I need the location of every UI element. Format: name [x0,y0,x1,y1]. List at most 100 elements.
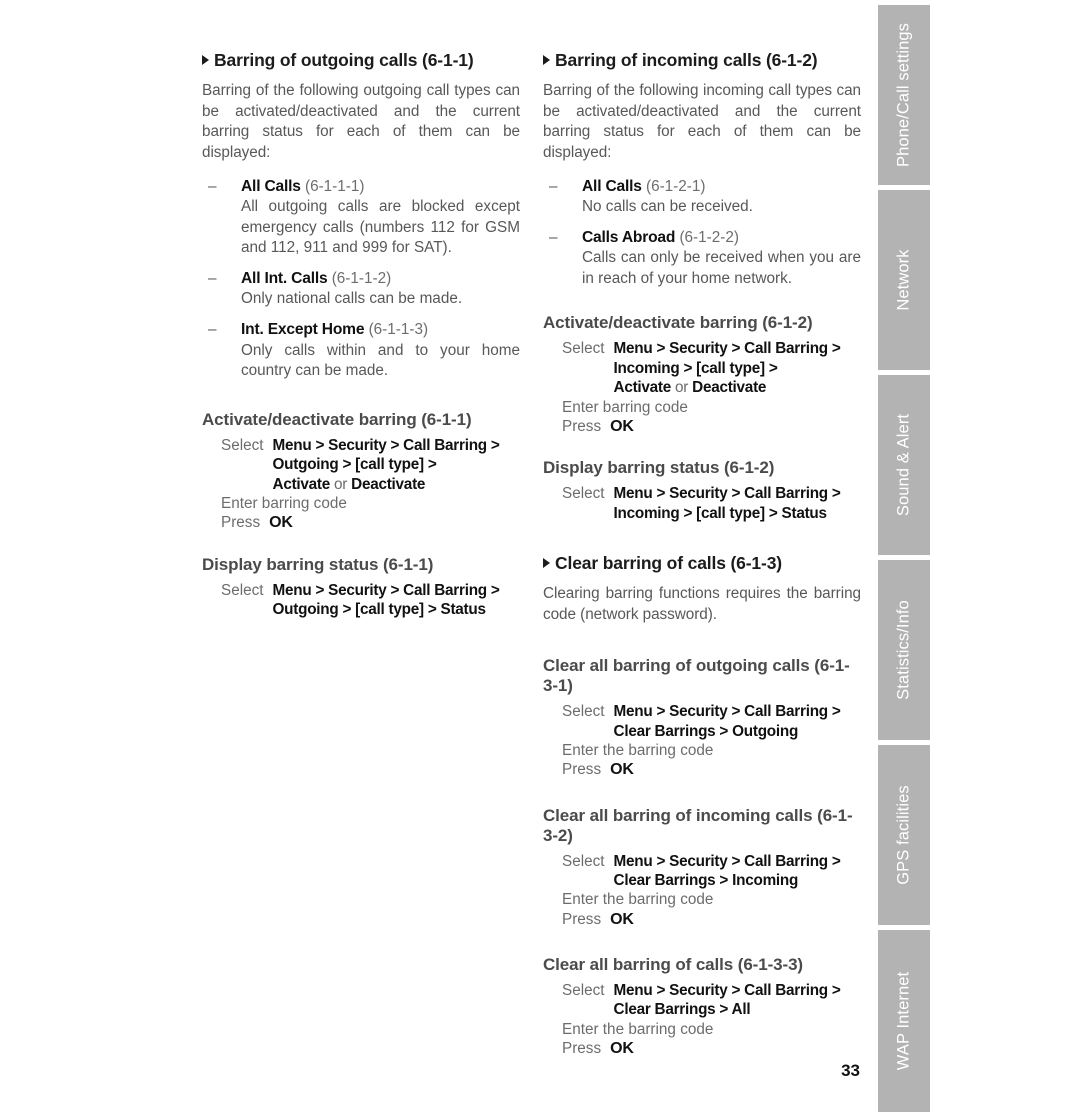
list-item-code: (6-1-2-2) [679,228,739,246]
tab-wap-internet[interactable]: WAP Internet [878,930,930,1112]
page-number: 33 [841,1061,860,1080]
manual-page: Barring of outgoing calls (6-1-1) Barrin… [0,0,1080,1117]
ok-key-label: OK [269,514,293,532]
enter-barring-code-line: Enter the barring code [562,1020,714,1038]
list-item-description: All outgoing calls are blocked except em… [241,198,520,257]
menu-path-line-2: Incoming > [call type] > Status [613,504,828,522]
heading-display-barring-status-incoming: Display barring status (6-1-2) [543,458,775,478]
press-label: Press [221,514,261,532]
instruction-row-press: Press OK [543,910,861,929]
instruction-block-status-incoming: Select Menu > Security > Call Barring > … [543,484,861,523]
heading-barring-outgoing-calls: Barring of outgoing calls (6-1-1) [202,50,520,70]
menu-path: Menu > Security > Call Barring > Clear B… [614,702,861,741]
instruction-row-press: Press OK [543,1039,861,1058]
ok-key-label: OK [610,761,634,779]
right-text-column: Barring of incoming calls (6-1-2) Barrin… [543,50,861,1059]
instruction-block-clear-incoming: Select Menu > Security > Call Barring > … [543,852,861,930]
instruction-row-select: Select Menu > Security > Call Barring > … [543,852,861,891]
select-label: Select [562,340,605,358]
enter-barring-code-line: Enter the barring code [562,741,714,759]
menu-path: Menu > Security > Call Barring > Outgoin… [273,581,520,620]
instruction-block-activate-incoming: Select Menu > Security > Call Barring > … [543,339,861,436]
menu-path-line-2: Outgoing > [call type] > [272,456,437,474]
menu-path: Menu > Security > Call Barring > Clear B… [614,981,861,1020]
heading-clear-all-barring-outgoing: Clear all barring of outgoing calls (6-1… [543,656,850,696]
instruction-row-select: Select Menu > Security > Call Barring > … [543,702,861,741]
press-label: Press [562,761,602,779]
enter-barring-code-line: Enter barring code [562,398,688,416]
heading-barring-incoming-calls: Barring of incoming calls (6-1-2) [543,50,861,70]
select-label: Select [221,436,264,454]
tab-label: GPS facilities [894,785,913,885]
menu-path-activate: Activate [272,475,331,493]
list-item: – All Calls (6-1-1-1) All outgoing calls… [202,177,520,259]
select-label: Select [562,485,605,503]
instruction-block-clear-outgoing: Select Menu > Security > Call Barring > … [543,702,861,780]
ok-key-label: OK [610,417,634,435]
menu-path-or: or [675,379,689,397]
select-label: Select [562,852,605,870]
list-item: – All Calls (6-1-2-1) No calls can be re… [543,177,861,218]
tab-statistics-info[interactable]: Statistics/Info [878,560,930,740]
list-item-term: All Calls [582,177,642,195]
menu-path-deactivate: Deactivate [692,379,767,397]
heading-text: Clear barring of calls (6-1-3) [555,553,782,574]
press-label: Press [562,910,602,928]
paragraph-clear-intro: Clearing barring functions requires the … [543,585,861,623]
dash-bullet-icon: – [549,177,558,195]
list-item-code: (6-1-2-1) [645,177,706,195]
list-item: – Calls Abroad (6-1-2-2) Calls can only … [543,228,861,290]
menu-path-line-2: Clear Barrings > All [613,1001,751,1019]
instruction-row-press: Press OK [543,760,861,779]
menu-path-line-2: Incoming > [call type] > [613,359,778,377]
heading-display-barring-status-outgoing: Display barring status (6-1-1) [202,554,434,574]
instruction-block-activate-outgoing: Select Menu > Security > Call Barring > … [202,436,520,533]
section-tab-strip: Phone/Call settings Network Sound & Aler… [878,0,930,1117]
instruction-row-select: Select Menu > Security > Call Barring > … [202,436,520,494]
instruction-row-press: Press OK [543,417,861,436]
press-label: Press [562,417,602,435]
menu-path-deactivate: Deactivate [351,475,426,493]
triangle-bullet-icon [543,558,550,569]
instruction-row-press: Press OK [202,513,520,532]
menu-path-line-2: Clear Barrings > Incoming [613,871,799,889]
instruction-block-status-outgoing: Select Menu > Security > Call Barring > … [202,581,520,620]
instruction-row-select: Select Menu > Security > Call Barring > … [543,484,861,523]
heading-clear-barring-of-calls: Clear barring of calls (6-1-3) [543,553,861,573]
menu-path-line-1: Menu > Security > Call Barring > [613,982,841,999]
list-item-description: No calls can be received. [582,198,753,216]
tab-label: WAP Internet [894,971,913,1071]
heading-clear-all-barring-incoming: Clear all barring of incoming calls (6-1… [543,805,853,845]
instruction-row-select: Select Menu > Security > Call Barring > … [543,339,861,397]
dash-bullet-icon: – [208,177,217,195]
tab-sound-and-alert[interactable]: Sound & Alert [878,375,930,555]
press-label: Press [562,1040,602,1058]
enter-barring-code-line: Enter barring code [221,494,347,512]
instruction-block-clear-all: Select Menu > Security > Call Barring > … [543,981,861,1059]
menu-path: Menu > Security > Call Barring > Clear B… [614,852,861,891]
tab-network[interactable]: Network [878,190,930,370]
list-item-term: All Calls [241,177,301,195]
select-label: Select [562,703,605,721]
dash-bullet-icon: – [208,321,217,339]
menu-path-line-1: Menu > Security > Call Barring > [272,436,500,454]
list-item-code: (6-1-1-3) [368,321,429,339]
enter-barring-code-line: Enter the barring code [562,891,714,909]
list-item: – Int. Except Home (6-1-1-3) Only calls … [202,320,520,382]
menu-path-line-1: Menu > Security > Call Barring > [272,581,500,599]
list-item: – All Int. Calls (6-1-1-2) Only national… [202,269,520,310]
ok-key-label: OK [610,910,634,928]
menu-path-line-2: Clear Barrings > Outgoing [613,722,799,740]
tab-label: Sound & Alert [894,413,913,517]
paragraph-incoming-intro: Barring of the following incoming call t… [543,82,861,161]
menu-path: Menu > Security > Call Barring > Incomin… [614,339,861,397]
menu-path: Menu > Security > Call Barring > Outgoin… [273,436,520,494]
instruction-row-select: Select Menu > Security > Call Barring > … [543,981,861,1020]
menu-path-line-1: Menu > Security > Call Barring > [613,852,841,870]
menu-path-or: or [334,475,348,493]
select-label: Select [221,581,264,599]
tab-gps-facilities[interactable]: GPS facilities [878,745,930,925]
heading-activate-deactivate-barring-outgoing: Activate/deactivate barring (6-1-1) [202,409,472,429]
tab-label: Statistics/Info [894,600,913,700]
tab-phone-call-settings[interactable]: Phone/Call settings [878,5,930,185]
